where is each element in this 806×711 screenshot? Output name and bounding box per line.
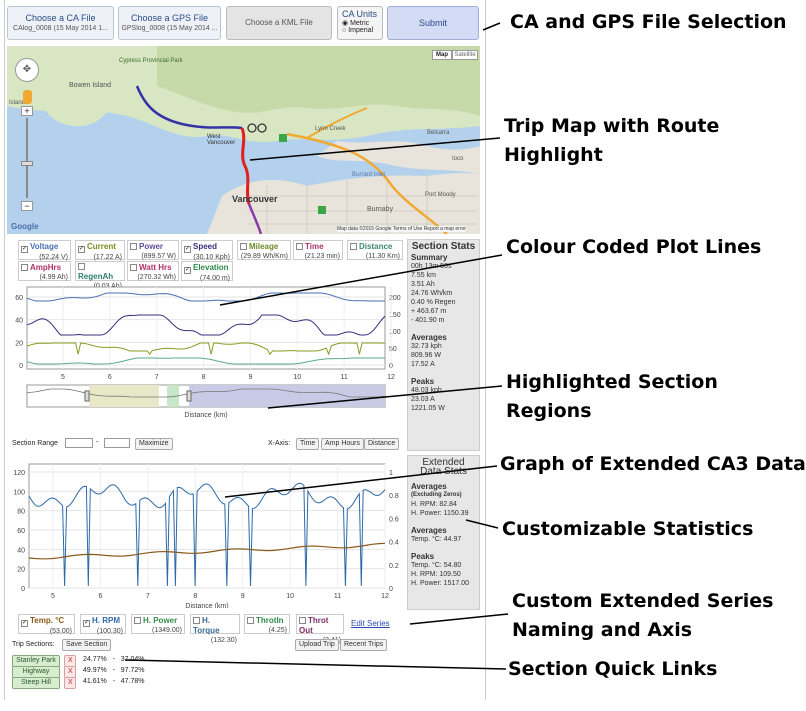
callout-extended-naming-2: Naming and Axis (512, 619, 693, 641)
callout-extended-data: Graph of Extended CA3 Data (500, 453, 806, 475)
callout-quick-links: Section Quick Links (508, 658, 718, 680)
arrow-line-1 (482, 22, 501, 31)
arrow-line-8 (124, 659, 507, 670)
arrow-line-7 (409, 613, 509, 625)
callout-trip-map-1: Trip Map with Route (504, 115, 720, 137)
arrow-line-2 (249, 137, 501, 161)
callout-extended-naming-1: Custom Extended Series (512, 590, 774, 612)
arrow-line-5 (224, 465, 498, 498)
callout-statistics: Customizable Statistics (502, 518, 754, 540)
arrow-line-6 (465, 519, 499, 529)
arrow-line-4 (267, 385, 503, 409)
callout-file-selection: CA and GPS File Selection (510, 11, 787, 33)
arrow-line-3 (219, 254, 503, 306)
callout-section-regions: Highlighted Section Regions (506, 371, 718, 422)
callout-plot-lines: Colour Coded Plot Lines (506, 236, 762, 258)
callout-trip-map-2: Highlight (504, 144, 603, 166)
